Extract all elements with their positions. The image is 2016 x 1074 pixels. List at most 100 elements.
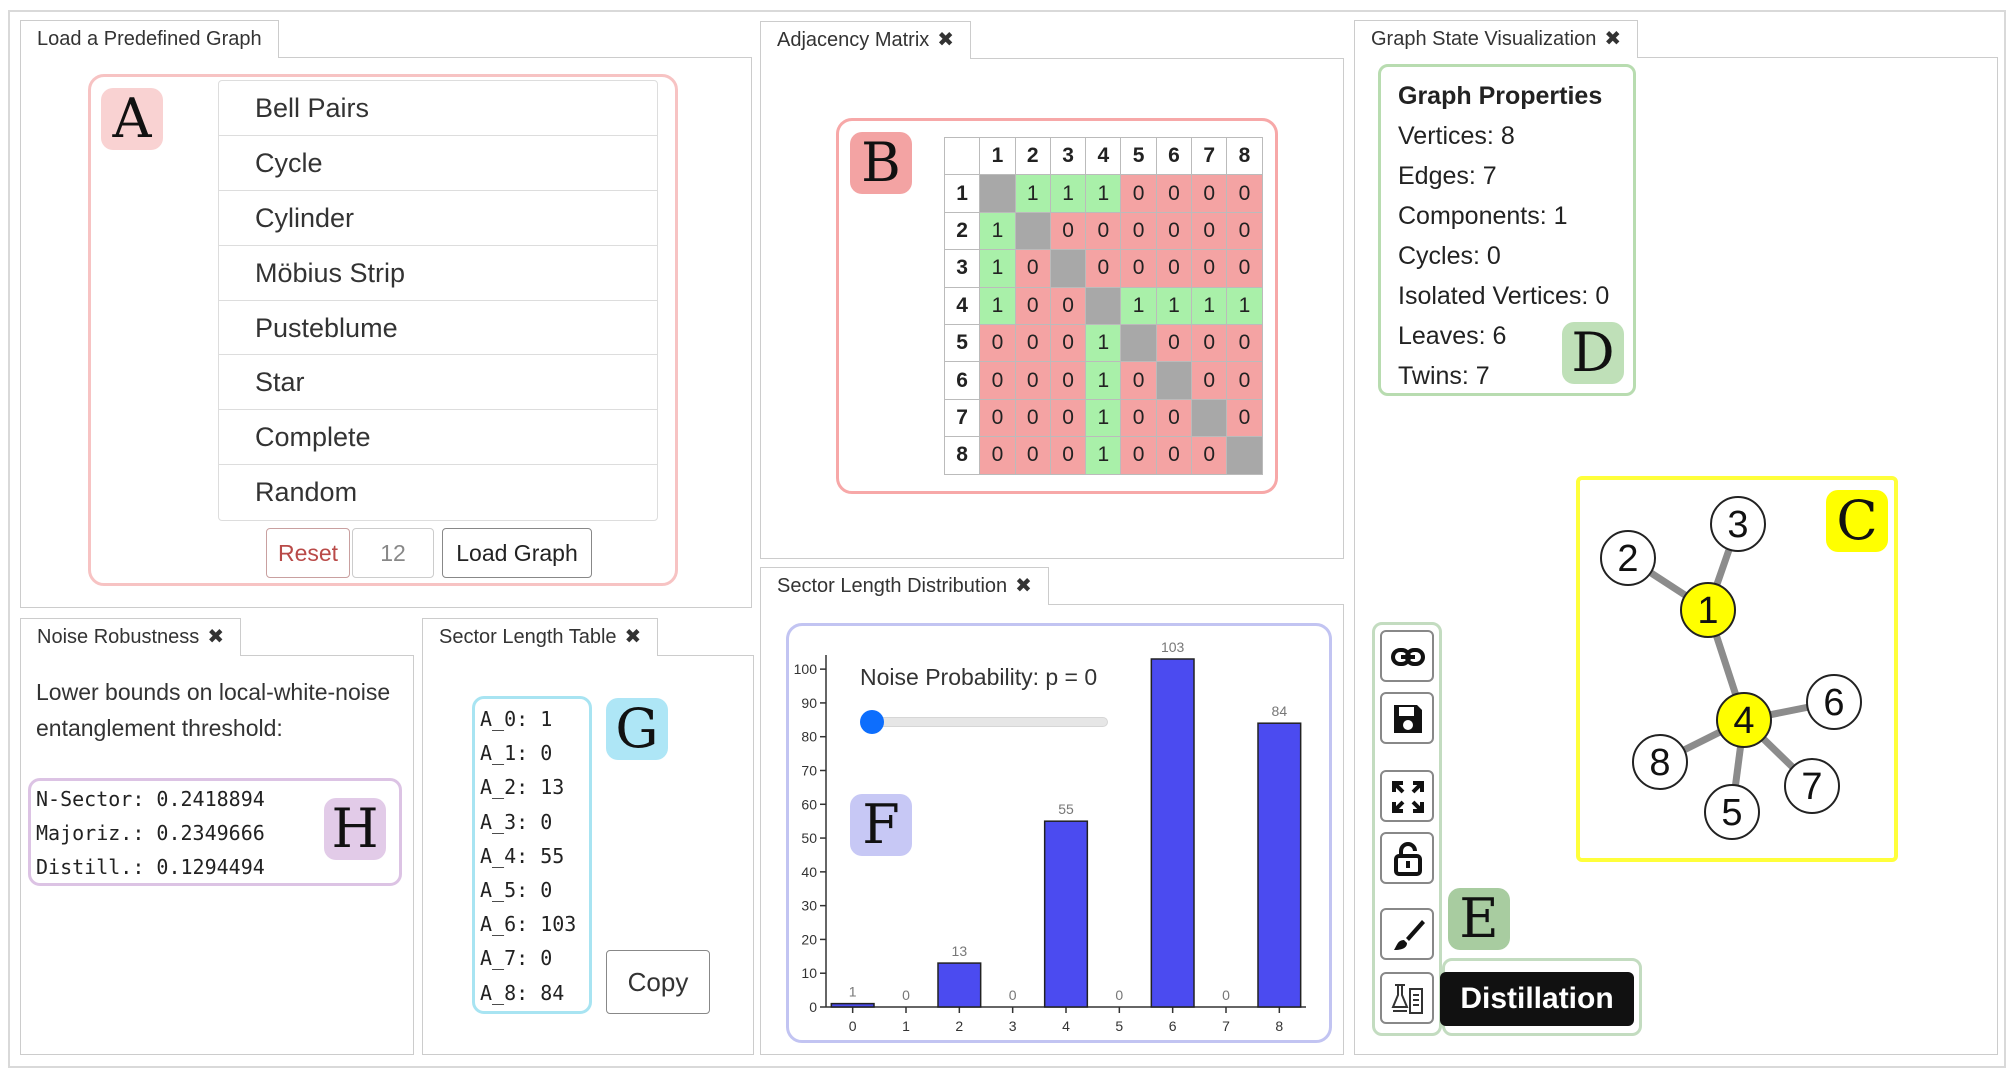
fullscreen-button[interactable]: [1380, 770, 1434, 822]
slider-handle[interactable]: [860, 710, 884, 734]
matrix-cell[interactable]: 1: [1014, 174, 1051, 213]
matrix-cell[interactable]: 0: [1226, 323, 1263, 363]
matrix-cell[interactable]: 0: [979, 436, 1016, 475]
matrix-cell[interactable]: 0: [1014, 323, 1051, 363]
matrix-cell[interactable]: 0: [979, 323, 1016, 363]
matrix-cell[interactable]: 1: [1155, 286, 1193, 325]
matrix-cell[interactable]: 1: [979, 286, 1016, 325]
matrix-row-header: 2: [943, 211, 981, 251]
close-icon[interactable]: ✖: [207, 626, 224, 648]
matrix-cell[interactable]: 0: [1120, 249, 1157, 288]
matrix-cell[interactable]: 1: [1085, 323, 1122, 363]
adjacency-matrix-table: 1234567811110000210000003100000041001111…: [943, 136, 1263, 475]
matrix-cell[interactable]: 1: [1085, 436, 1122, 475]
matrix-cell[interactable]: 0: [1014, 249, 1051, 288]
graph-option[interactable]: Möbius Strip: [219, 246, 657, 301]
tab-noise-robustness[interactable]: Noise Robustness ✖: [20, 618, 242, 656]
tab-sector-length-distribution[interactable]: Sector Length Distribution ✖: [760, 567, 1049, 605]
load-graph-button[interactable]: Load Graph: [442, 528, 592, 578]
sector-length-line: A_8: 84: [480, 980, 565, 1005]
tab-load-predefined-graph[interactable]: Load a Predefined Graph: [20, 20, 279, 58]
matrix-row: 70001000: [943, 398, 1263, 438]
save-button[interactable]: [1380, 692, 1434, 744]
matrix-cell[interactable]: 1: [979, 249, 1016, 288]
matrix-cell[interactable]: 0: [979, 361, 1016, 400]
matrix-cell[interactable]: 0: [1191, 211, 1228, 251]
link-button[interactable]: [1380, 630, 1434, 682]
matrix-cell[interactable]: 0: [1155, 174, 1193, 213]
matrix-cell[interactable]: 0: [1085, 211, 1122, 251]
graph-option[interactable]: Random: [219, 465, 657, 520]
matrix-cell[interactable]: 0: [1049, 323, 1087, 363]
bar-value-label: 0: [902, 987, 910, 1003]
matrix-cell[interactable]: 0: [1120, 174, 1157, 213]
matrix-cell[interactable]: 0: [1226, 249, 1263, 288]
matrix-cell[interactable]: 0: [1226, 361, 1263, 400]
matrix-cell[interactable]: 0: [979, 398, 1016, 438]
matrix-cell[interactable]: 0: [1191, 323, 1228, 363]
matrix-cell[interactable]: 0: [1014, 436, 1051, 475]
y-tick-label: 20: [801, 931, 817, 947]
matrix-cell[interactable]: 0: [1226, 211, 1263, 251]
matrix-cell[interactable]: 1: [1049, 174, 1087, 213]
reset-button[interactable]: Reset: [266, 528, 350, 578]
copy-button[interactable]: Copy: [606, 950, 710, 1014]
matrix-cell[interactable]: 0: [1120, 398, 1157, 438]
graph-option[interactable]: Cylinder: [219, 191, 657, 246]
unlock-button[interactable]: [1380, 832, 1434, 884]
matrix-cell[interactable]: 0: [1191, 174, 1228, 213]
tab-adjacency-matrix[interactable]: Adjacency Matrix ✖: [760, 21, 972, 59]
sector-length-line: A_3: 0: [480, 809, 553, 834]
tab-sector-length-table[interactable]: Sector Length Table ✖: [422, 618, 659, 656]
matrix-diagonal-cell: [1191, 398, 1228, 438]
graph-size-input[interactable]: 12: [352, 528, 434, 578]
matrix-cell[interactable]: 1: [1085, 398, 1122, 438]
matrix-cell[interactable]: 0: [1226, 174, 1263, 213]
matrix-cell[interactable]: 0: [1085, 249, 1122, 288]
graph-option[interactable]: Pusteblume: [219, 301, 657, 356]
noise-probability-slider[interactable]: [872, 717, 1108, 727]
matrix-cell[interactable]: 1: [1226, 286, 1263, 325]
matrix-cell[interactable]: 0: [1191, 249, 1228, 288]
matrix-cell[interactable]: 1: [1120, 286, 1157, 325]
distillation-tooltip: Distillation: [1440, 972, 1634, 1026]
matrix-column-header: 8: [1226, 136, 1263, 176]
matrix-cell[interactable]: 1: [1085, 361, 1122, 400]
matrix-cell[interactable]: 0: [1049, 211, 1087, 251]
matrix-diagonal-cell: [1085, 286, 1122, 325]
matrix-cell[interactable]: 0: [1014, 286, 1051, 325]
brush-button[interactable]: [1380, 908, 1434, 960]
matrix-cell[interactable]: 0: [1014, 361, 1051, 400]
matrix-cell[interactable]: 1: [1085, 174, 1122, 213]
matrix-cell[interactable]: 0: [1049, 398, 1087, 438]
matrix-cell[interactable]: 1: [979, 211, 1016, 251]
graph-option[interactable]: Bell Pairs: [219, 81, 657, 136]
matrix-cell[interactable]: 0: [1155, 436, 1193, 475]
tab-graph-state-visualization[interactable]: Graph State Visualization ✖: [1354, 20, 1639, 58]
graph-option[interactable]: Complete: [219, 410, 657, 466]
matrix-cell[interactable]: 0: [1155, 398, 1193, 438]
close-icon[interactable]: ✖: [937, 29, 954, 51]
distillation-button[interactable]: [1380, 972, 1434, 1024]
matrix-cell[interactable]: 0: [1155, 249, 1193, 288]
matrix-cell[interactable]: 0: [1155, 211, 1193, 251]
matrix-cell[interactable]: 0: [1155, 323, 1193, 363]
matrix-cell[interactable]: 0: [1226, 398, 1263, 438]
close-icon[interactable]: ✖: [1604, 28, 1621, 50]
matrix-cell[interactable]: 0: [1049, 286, 1087, 325]
matrix-cell[interactable]: 0: [1120, 211, 1157, 251]
close-icon[interactable]: ✖: [1015, 575, 1032, 597]
marker-d: D: [1562, 322, 1624, 384]
matrix-cell[interactable]: 0: [1049, 361, 1087, 400]
graph-option[interactable]: Star: [219, 355, 657, 411]
matrix-cell[interactable]: 0: [1049, 436, 1087, 475]
matrix-cell[interactable]: 1: [1191, 286, 1228, 325]
sector-length-line: A_4: 55: [480, 843, 565, 868]
matrix-cell[interactable]: 0: [1191, 436, 1228, 475]
matrix-cell[interactable]: 0: [1120, 436, 1157, 475]
graph-option[interactable]: Cycle: [219, 136, 657, 191]
matrix-cell[interactable]: 0: [1191, 361, 1228, 400]
matrix-cell[interactable]: 0: [1014, 398, 1051, 438]
close-icon[interactable]: ✖: [625, 626, 642, 648]
matrix-cell[interactable]: 0: [1120, 361, 1157, 400]
